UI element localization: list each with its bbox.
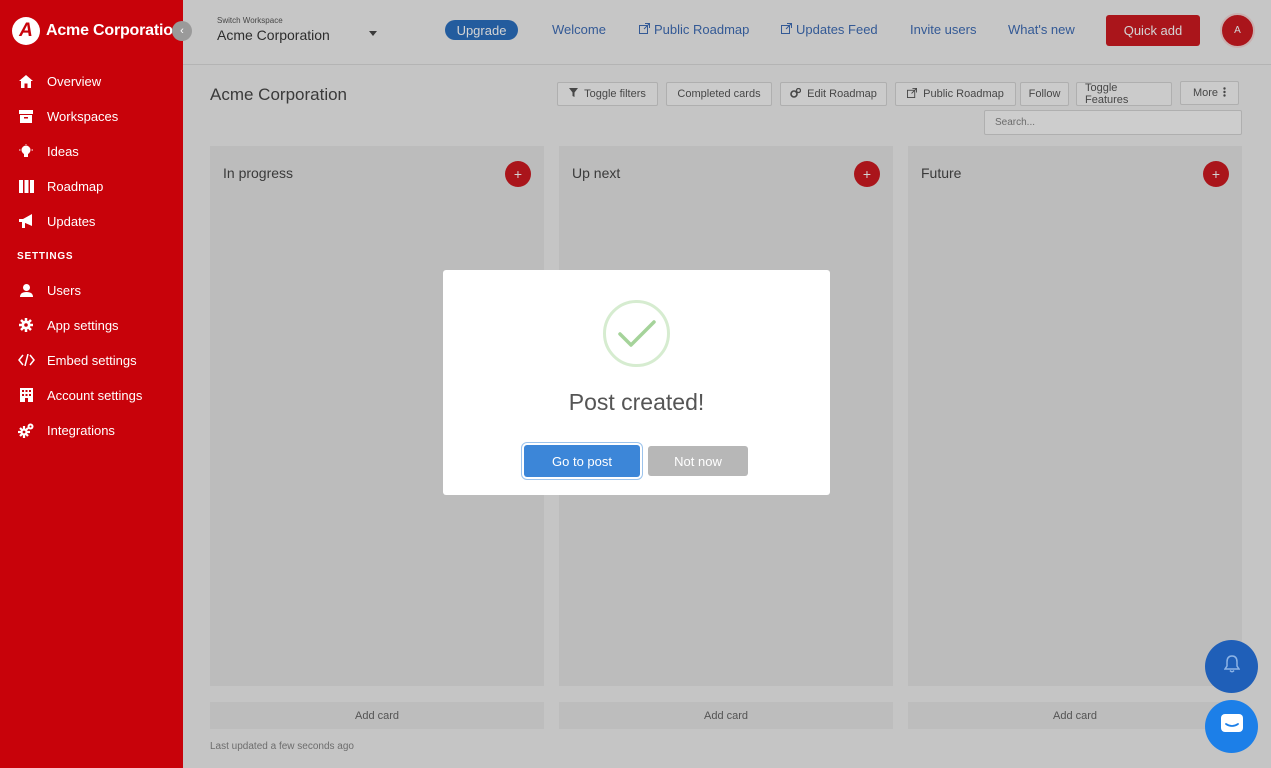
sidebar-item-label: Workspaces: [47, 108, 119, 124]
gear-icon: [17, 317, 35, 333]
columns-icon: [17, 178, 35, 194]
megaphone-icon: [17, 213, 35, 229]
sidebar-item-label: Integrations: [47, 422, 115, 438]
brand-logo: A: [12, 17, 40, 45]
code-icon: [17, 352, 35, 368]
bell-icon: [1223, 655, 1240, 678]
not-now-button[interactable]: Not now: [648, 446, 748, 476]
settings-heading: SETTINGS: [17, 251, 74, 262]
sidebar-item-label: Overview: [47, 73, 102, 89]
sidebar-item-account-settings[interactable]: Account settings: [17, 387, 142, 403]
modal-title: Post created!: [568, 389, 705, 415]
sidebar-item-integrations[interactable]: Integrations: [17, 422, 115, 438]
sidebar-item-roadmap[interactable]: Roadmap: [17, 178, 103, 194]
cogs-icon: [17, 422, 35, 438]
chat-icon: [1220, 713, 1244, 740]
brand[interactable]: A Acme Corporation: [12, 17, 183, 45]
sidebar-item-app-settings[interactable]: App settings: [17, 317, 119, 333]
sidebar: A Acme Corporation Overview Workspaces I…: [0, 0, 183, 768]
user-icon: [17, 282, 35, 298]
notifications-button[interactable]: [1205, 640, 1258, 693]
building-icon: [17, 387, 35, 403]
sidebar-item-label: Roadmap: [47, 178, 104, 194]
sidebar-item-label: Updates: [47, 213, 96, 229]
sidebar-item-label: Account settings: [47, 387, 143, 403]
sidebar-item-label: App settings: [47, 317, 119, 333]
lightbulb-icon: [17, 143, 35, 159]
brand-name: Acme Corporation: [46, 22, 183, 39]
archive-icon: [17, 108, 35, 124]
sidebar-item-users[interactable]: Users: [17, 282, 81, 298]
sidebar-item-ideas[interactable]: Ideas: [17, 143, 79, 159]
sidebar-item-overview[interactable]: Overview: [17, 73, 101, 89]
sidebar-item-embed-settings[interactable]: Embed settings: [17, 352, 137, 368]
sidebar-item-label: Users: [47, 282, 81, 298]
collapse-sidebar-button[interactable]: ‹: [172, 21, 192, 41]
sidebar-item-updates[interactable]: Updates: [17, 213, 95, 229]
success-modal: Post created! Go to post Not now: [443, 270, 830, 495]
chat-button[interactable]: [1205, 700, 1258, 753]
success-check-icon: [603, 300, 670, 367]
go-to-post-button[interactable]: Go to post: [524, 445, 640, 477]
sidebar-item-label: Ideas: [47, 143, 79, 159]
sidebar-item-label: Embed settings: [47, 352, 137, 368]
sidebar-item-workspaces[interactable]: Workspaces: [17, 108, 118, 124]
home-icon: [17, 73, 35, 89]
